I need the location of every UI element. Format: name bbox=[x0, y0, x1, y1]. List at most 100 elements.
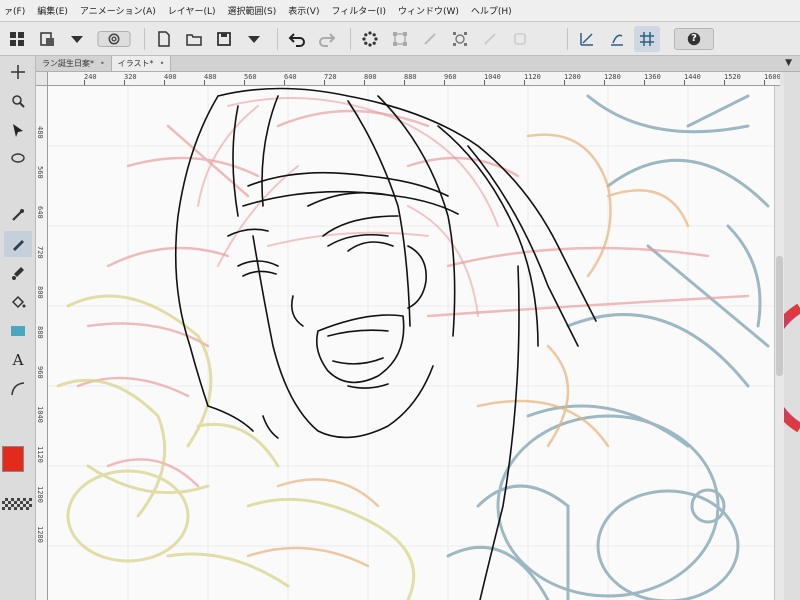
text-tool[interactable]: A bbox=[4, 347, 32, 373]
menu-window[interactable]: ウィンドウ(W) bbox=[398, 4, 459, 17]
ruler-tick-mark bbox=[204, 80, 205, 85]
tab-label: イラスト* bbox=[117, 59, 154, 68]
drawing-canvas[interactable] bbox=[48, 86, 774, 600]
toolbar-divider bbox=[350, 27, 351, 50]
ruler-tick-label: 240 bbox=[84, 73, 97, 81]
scrollbar-thumb[interactable] bbox=[776, 256, 783, 376]
ruler-tick-mark bbox=[604, 80, 605, 85]
ruler-tick-label: 1200 bbox=[564, 73, 581, 81]
ruler-tick-label: 960 bbox=[36, 366, 44, 379]
zoom-icon[interactable] bbox=[4, 88, 32, 114]
disabled-tool-icon[interactable] bbox=[507, 26, 533, 52]
toolbar-divider bbox=[144, 27, 145, 50]
ruler-tick-label: 560 bbox=[244, 73, 257, 81]
vertical-ruler[interactable]: 480 560 640 720 800 880 960 1040 1120 1200 1280 bbox=[36, 86, 48, 600]
crop-icon[interactable] bbox=[417, 26, 443, 52]
ruler-tick-label: 640 bbox=[284, 73, 297, 81]
ruler-tick-label: 1120 bbox=[524, 73, 541, 81]
ruler-tick-label: 800 bbox=[36, 286, 44, 299]
color-wheel-panel[interactable] bbox=[784, 72, 800, 600]
menu-bar: ァ(F) 編集(E) アニメーション(A) レイヤー(L) 選択範囲(S) 表示… bbox=[0, 0, 800, 22]
operation-cursor-icon[interactable] bbox=[4, 117, 32, 143]
ruler-tick-label: 880 bbox=[36, 326, 44, 339]
tab-close-icon[interactable]: • bbox=[100, 59, 105, 68]
grid-icon[interactable] bbox=[4, 26, 30, 52]
snap-special-ruler-icon[interactable] bbox=[604, 26, 630, 52]
curve-tool-icon[interactable] bbox=[4, 376, 32, 402]
ruler-tick-mark bbox=[484, 80, 485, 85]
menu-edit[interactable]: 編集(E) bbox=[37, 4, 68, 17]
document-tab-bar: ラン誕生日案* • イラスト* • ▼ bbox=[36, 56, 800, 72]
tool-palette: A bbox=[0, 56, 36, 600]
horizontal-ruler[interactable]: 240 320 400 480 560 640 720 800 880 960 1040 1120 12… bbox=[48, 72, 780, 86]
ruler-tick-label: 1360 bbox=[644, 73, 661, 81]
menu-file[interactable]: ァ(F) bbox=[4, 4, 25, 17]
ruler-tick-mark bbox=[524, 80, 525, 85]
clip-logo-icon[interactable] bbox=[94, 26, 134, 52]
ruler-tick-mark bbox=[564, 80, 565, 85]
ruler-tick-mark bbox=[324, 80, 325, 85]
ruler-corner bbox=[36, 72, 48, 86]
open-folder-icon[interactable] bbox=[181, 26, 207, 52]
ruler-tick-label: 640 bbox=[36, 206, 44, 219]
lasso-icon[interactable] bbox=[4, 146, 32, 172]
undo-icon[interactable] bbox=[284, 26, 310, 52]
ruler-tick-label: 960 bbox=[444, 73, 457, 81]
tab-close-icon[interactable]: • bbox=[160, 59, 165, 68]
brush-icon[interactable] bbox=[4, 260, 32, 286]
ruler-tick-label: 1520 bbox=[724, 73, 741, 81]
move-hand-icon[interactable] bbox=[4, 59, 32, 85]
transparent-color-swatch[interactable] bbox=[2, 498, 32, 510]
save-icon[interactable] bbox=[211, 26, 237, 52]
ruler-tick-mark bbox=[364, 80, 365, 85]
pen-icon[interactable] bbox=[4, 231, 32, 257]
ruler-tick-label: 1120 bbox=[36, 446, 44, 463]
ruler-tick-mark bbox=[684, 80, 685, 85]
ruler-tick-label: 720 bbox=[324, 73, 337, 81]
tab-document-2[interactable]: イラスト* • bbox=[111, 56, 172, 71]
disabled-tool-icon[interactable] bbox=[477, 26, 503, 52]
ruler-tick-mark bbox=[764, 80, 765, 85]
tab-document-1[interactable]: ラン誕生日案* • bbox=[36, 56, 112, 71]
ruler-tick-label: 1040 bbox=[36, 406, 44, 423]
help-label: ? bbox=[691, 33, 697, 44]
vertical-scrollbar[interactable] bbox=[774, 86, 784, 600]
menu-view[interactable]: 表示(V) bbox=[288, 4, 319, 17]
gradient-icon[interactable] bbox=[4, 318, 32, 344]
busy-spinner-icon[interactable] bbox=[357, 26, 383, 52]
app-window: ァ(F) 編集(E) アニメーション(A) レイヤー(L) 選択範囲(S) 表示… bbox=[0, 0, 800, 600]
ruler-tick-label: 1200 bbox=[36, 486, 44, 503]
tab-menu-icon[interactable]: ▼ bbox=[785, 58, 792, 68]
menu-selection[interactable]: 選択範囲(S) bbox=[228, 4, 277, 17]
select-icon[interactable] bbox=[447, 26, 473, 52]
ruler-tick-mark bbox=[124, 80, 125, 85]
transform-icon[interactable] bbox=[387, 26, 413, 52]
ruler-tick-mark bbox=[404, 80, 405, 85]
ruler-tick-label: 400 bbox=[164, 73, 177, 81]
snap-ruler-icon[interactable] bbox=[574, 26, 600, 52]
main-color-swatch[interactable] bbox=[2, 446, 24, 472]
redo-icon[interactable] bbox=[314, 26, 340, 52]
ruler-tick-label: 480 bbox=[204, 73, 217, 81]
ruler-tick-label: 1440 bbox=[684, 73, 701, 81]
ruler-tick-mark bbox=[444, 80, 445, 85]
dropdown-icon[interactable] bbox=[241, 26, 267, 52]
ruler-tick-label: 1600 bbox=[764, 73, 780, 81]
eyedropper-icon[interactable] bbox=[4, 202, 32, 228]
command-bar: ? bbox=[0, 22, 800, 56]
menu-animation[interactable]: アニメーション(A) bbox=[80, 4, 156, 17]
menu-help[interactable]: ヘルプ(H) bbox=[471, 4, 512, 17]
ruler-tick-label: 560 bbox=[36, 166, 44, 179]
menu-layer[interactable]: レイヤー(L) bbox=[168, 4, 216, 17]
menu-filter[interactable]: フィルター(I) bbox=[331, 4, 386, 17]
fill-bucket-icon[interactable] bbox=[4, 289, 32, 315]
new-file-icon[interactable] bbox=[151, 26, 177, 52]
ruler-tick-mark bbox=[84, 80, 85, 85]
help-button[interactable]: ? bbox=[674, 27, 714, 50]
tab-label: ラン誕生日案* bbox=[42, 59, 94, 68]
save-file-icon[interactable] bbox=[34, 26, 60, 52]
dropdown-icon[interactable] bbox=[64, 26, 90, 52]
snap-grid-icon[interactable] bbox=[634, 25, 660, 52]
ruler-tick-label: 1280 bbox=[36, 526, 44, 543]
text-tool-glyph: A bbox=[12, 351, 24, 369]
